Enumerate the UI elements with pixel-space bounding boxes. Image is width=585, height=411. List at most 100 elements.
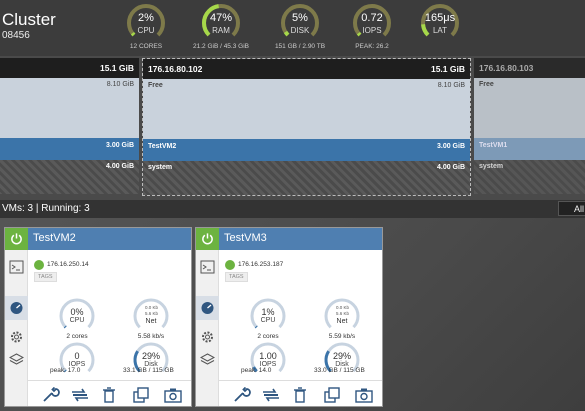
iops-gauge-value: 0.72: [361, 12, 383, 24]
layers-icon[interactable]: [9, 353, 24, 367]
ram-gauge-label: RAM: [212, 26, 230, 35]
host-vm-memory[interactable]: TestVM2 3.00 GiB: [143, 139, 470, 161]
lat-gauge[interactable]: 165μs LAT: [415, 3, 465, 45]
disk-mini-gauge: 29% Disk: [131, 340, 171, 380]
disk-gauge-value: 5%: [292, 12, 308, 24]
iops-gauge-label: IOPS: [362, 26, 382, 35]
sys-size: 4.00 GiB: [105, 163, 134, 170]
gear-icon[interactable]: [200, 330, 215, 344]
net-mini-gauge: 0.0 Kb 5.6 Kb Net 5.58 kb/s: [131, 296, 171, 340]
gear-icon[interactable]: [9, 330, 24, 344]
host-header: 176.16.80.103: [474, 58, 585, 78]
vm-label: TestVM1: [479, 142, 508, 149]
stats-tab[interactable]: [196, 296, 219, 320]
clone-icon[interactable]: [323, 387, 341, 403]
host-vm-memory[interactable]: TestVM1: [474, 138, 585, 160]
free-label: Free: [148, 82, 163, 89]
wrench-icon[interactable]: [42, 387, 60, 403]
sys-label: system: [479, 163, 504, 170]
console-icon[interactable]: [200, 260, 215, 274]
tags-badge[interactable]: TAGS: [225, 272, 248, 282]
cpu-gauge-label: CPU: [137, 26, 155, 35]
free-size: 8.10 GiB: [106, 81, 134, 88]
host-card[interactable]: 15.1 GiB 8.10 GiB 3.00 GiB 4.00 GiB: [0, 58, 139, 196]
vm-toolbar: [219, 380, 382, 406]
net-label: Net: [336, 318, 348, 325]
disk-value: 29%: [141, 351, 160, 361]
iops-value: 0: [74, 351, 80, 361]
host-system-memory: system: [474, 160, 585, 194]
sys-label: system: [148, 164, 173, 171]
net-up: 0.0 Kb: [145, 305, 159, 310]
net-sub: 5.59 kb/s: [328, 333, 356, 340]
ram-gauge[interactable]: 47% RAM: [196, 3, 246, 45]
console-icon[interactable]: [9, 260, 24, 274]
power-button[interactable]: [196, 228, 219, 250]
host-ip: 176.16.80.103: [479, 63, 534, 73]
cpu-label: CPU: [69, 317, 85, 324]
host-card[interactable]: 176.16.80.103 Free TestVM1 system: [474, 58, 585, 196]
disk-value: 29%: [332, 351, 351, 361]
net-sub: 5.58 kb/s: [137, 333, 165, 340]
hosts-panel: 15.1 GiB 8.10 GiB 3.00 GiB 4.00 GiB 176.…: [0, 56, 585, 200]
iops-peak: peak: 14.0: [241, 367, 272, 374]
power-icon: [202, 233, 213, 245]
camera-icon[interactable]: [355, 387, 373, 403]
network-icon: [225, 260, 235, 270]
vm-card[interactable]: TestVM2 176.16.250.14 TAGS 0% CPU 2 core…: [4, 227, 192, 407]
free-size: 8.10 GiB: [437, 82, 465, 89]
cpu-label: CPU: [260, 317, 276, 324]
vm-card-header: TestVM2: [5, 228, 191, 250]
net-up: 0.0 Kb: [336, 305, 350, 310]
cpu-value: 0%: [70, 307, 84, 317]
filter-all-button[interactable]: All: [558, 201, 585, 216]
disk-gauge[interactable]: 5% DISK: [275, 3, 325, 45]
tags-badge[interactable]: TAGS: [34, 272, 57, 282]
cpu-mini-gauge: 1% CPU 2 cores: [248, 296, 288, 340]
vm-ip: 176.16.253.187: [238, 261, 284, 268]
iops-mini-gauge: 0 IOPS: [57, 340, 97, 380]
camera-icon[interactable]: [164, 387, 182, 403]
disk-gauge-label: DISK: [290, 26, 310, 35]
power-button[interactable]: [5, 228, 28, 250]
host-header: 176.16.80.102 15.1 GiB: [143, 59, 470, 79]
net-mini-gauge: 0.0 Kb 5.6 Kb Net 5.59 kb/s: [322, 296, 362, 340]
host-ip: 176.16.80.102: [148, 64, 203, 74]
cpu-gauge[interactable]: 2% CPU: [121, 3, 171, 45]
cpu-sub: 2 cores: [66, 333, 88, 340]
disk-mini-gauge: 29% Disk: [322, 340, 362, 380]
migrate-icon[interactable]: [262, 387, 280, 403]
wrench-icon[interactable]: [233, 387, 251, 403]
iops-gauge-sub: PEAK: 26.2: [355, 43, 389, 50]
vm-info: 176.16.250.14 TAGS: [32, 255, 187, 285]
iops-gauge[interactable]: 0.72 IOPS: [347, 3, 397, 45]
host-size: 15.1 GiB: [99, 63, 134, 73]
stats-tab[interactable]: [5, 296, 28, 320]
lat-gauge-value: 165μs: [424, 12, 456, 24]
vm-card[interactable]: TestVM3 176.16.253.187 TAGS 1% CPU 2 cor…: [195, 227, 383, 407]
iops-mini-gauge: 1.00 IOPS: [248, 340, 288, 380]
vm-toolbar: [28, 380, 191, 406]
sys-size: 4.00 GiB: [436, 164, 465, 171]
vm-name: TestVM3: [224, 232, 267, 244]
cluster-title: Cluster: [2, 10, 56, 29]
vm-card-sidebar: [5, 250, 28, 406]
host-vm-memory[interactable]: 3.00 GiB: [0, 138, 139, 160]
cluster-header: Cluster 08456 2% CPU 12 CORES 47% RAM 21…: [0, 0, 585, 56]
trash-icon[interactable]: [100, 387, 118, 403]
vm-info: 176.16.253.187 TAGS: [223, 255, 378, 285]
host-free-memory: Free 8.10 GiB: [143, 79, 470, 139]
cpu-sub: 2 cores: [257, 333, 279, 340]
dashboard-icon: [10, 302, 23, 314]
host-card-selected[interactable]: 176.16.80.102 15.1 GiB Free 8.10 GiB Tes…: [142, 58, 471, 196]
host-system-memory: 4.00 GiB: [0, 160, 139, 194]
iops-peak: peak: 17.0: [50, 367, 81, 374]
clone-icon[interactable]: [132, 387, 150, 403]
layers-icon[interactable]: [200, 353, 215, 367]
migrate-icon[interactable]: [71, 387, 89, 403]
ram-gauge-sub: 21.2 GiB / 45.3 GiB: [192, 43, 249, 50]
vm-status-bar: VMs: 3 | Running: 3 All: [0, 200, 585, 218]
vm-name: TestVM2: [33, 232, 76, 244]
trash-icon[interactable]: [291, 387, 309, 403]
network-icon: [34, 260, 44, 270]
